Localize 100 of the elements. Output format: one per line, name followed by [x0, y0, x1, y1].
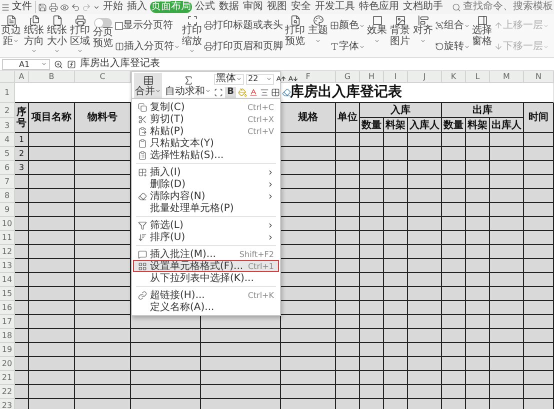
table-header: 出库人: [490, 118, 524, 133]
column-header[interactable]: A: [15, 71, 29, 83]
row-header[interactable]: 17: [0, 315, 15, 329]
ribbon-tab[interactable]: 公式: [194, 1, 216, 13]
row-header[interactable]: 21: [0, 371, 15, 385]
row-header[interactable]: 6: [0, 161, 15, 175]
row-header[interactable]: 14: [0, 273, 15, 287]
bold-button[interactable]: B: [225, 86, 236, 98]
menu-item[interactable]: 筛选(L): [133, 219, 279, 231]
column-header[interactable]: G: [336, 71, 360, 83]
row-header[interactable]: 18: [0, 329, 15, 343]
column-header[interactable]: M: [490, 71, 524, 83]
menu-item[interactable]: 超链接(H)... Ctrl+K: [133, 289, 279, 301]
row-header[interactable]: 19: [0, 343, 15, 357]
ribbon-button[interactable]: 打印预览: [284, 15, 306, 57]
ribbon-tab[interactable]: 开始: [102, 1, 124, 13]
menu-item[interactable]: 清除内容(N): [133, 190, 279, 202]
table-cell: 1: [15, 133, 29, 147]
column-header[interactable]: N: [524, 71, 554, 83]
row-header[interactable]: 13: [0, 259, 15, 273]
ribbon-button[interactable]: 效果: [366, 15, 388, 57]
ribbon-tab[interactable]: 审阅: [242, 1, 264, 13]
table-header: 物料号: [75, 103, 131, 133]
table-header: 项目名称: [29, 103, 75, 133]
ribbon-tab[interactable]: 视图: [266, 1, 288, 13]
menu-item[interactable]: 剪切(T) Ctrl+X: [133, 113, 279, 125]
row-header[interactable]: 2: [0, 103, 15, 118]
page-break-preview-toggle[interactable]: 分页预览: [92, 15, 114, 57]
ribbon-button[interactable]: 颜色: [330, 20, 365, 32]
column-header[interactable]: F: [281, 71, 336, 83]
row-header[interactable]: 4: [0, 133, 15, 147]
ribbon-tab[interactable]: 数据: [218, 1, 240, 13]
name-box[interactable]: A1: [2, 58, 50, 70]
column-header[interactable]: C: [75, 71, 131, 83]
menu-item[interactable]: 选择性粘贴(S)...: [133, 149, 279, 161]
menu-item[interactable]: 设置单元格格式(F)... Ctrl+1: [133, 260, 279, 272]
ribbon-tab[interactable]: 开发工具: [314, 1, 356, 13]
row-header[interactable]: 22: [0, 385, 15, 399]
ribbon-button[interactable]: 插入分页符: [115, 40, 180, 52]
ribbon-button[interactable]: 选择窗格: [471, 15, 493, 57]
ribbon-button[interactable]: 旋转: [435, 40, 470, 52]
ribbon-tab[interactable]: 安全: [290, 1, 312, 13]
ribbon-button[interactable]: 字体: [330, 40, 365, 52]
table-header: 规格: [281, 103, 336, 133]
table-cell: 2: [15, 147, 29, 161]
ribbon-button[interactable]: 打印页眉和页脚: [204, 40, 283, 52]
checkbox[interactable]: 显示分页符: [115, 20, 180, 32]
font-field[interactable]: 黑体: [214, 74, 244, 84]
menu-item[interactable]: 排序(U): [133, 231, 279, 243]
column-header[interactable]: B: [29, 71, 75, 83]
menu-item[interactable]: 批量处理单元格(P): [133, 202, 279, 214]
ribbon-tab[interactable]: 特色应用: [358, 1, 400, 13]
menu-item[interactable]: 插入(I): [133, 166, 279, 178]
row-header[interactable]: 10: [0, 217, 15, 231]
ribbon-button[interactable]: 打印缩放: [181, 15, 203, 57]
table-header: 料架: [466, 118, 490, 133]
table-cell: 3: [15, 161, 29, 175]
merge-button[interactable]: 合并: [134, 73, 162, 98]
ribbon-tab[interactable]: 文档助手: [402, 1, 444, 13]
ribbon-button[interactable]: 背景图片: [389, 15, 411, 57]
column-header[interactable]: H: [360, 71, 384, 83]
menu-item[interactable]: 只粘贴文本(Y): [133, 137, 279, 149]
ribbon-button[interactable]: 打印区域: [69, 15, 91, 57]
file-menu-button[interactable]: 文件: [1, 1, 36, 13]
row-header[interactable]: 20: [0, 357, 15, 371]
font-size-field[interactable]: 22: [246, 74, 274, 84]
ribbon-button[interactable]: 纸张大小: [46, 15, 68, 57]
row-header[interactable]: 1: [0, 83, 15, 103]
row-header[interactable]: 11: [0, 231, 15, 245]
row-header[interactable]: 12: [0, 245, 15, 259]
command-search[interactable]: 查找命令、搜索模板: [452, 1, 553, 13]
row-header[interactable]: 5: [0, 147, 15, 161]
row-header[interactable]: 3: [0, 118, 15, 133]
ribbon-button[interactable]: 对齐: [412, 15, 434, 57]
ribbon-button[interactable]: 组合: [435, 20, 470, 32]
table-header: 入库: [360, 103, 442, 118]
column-header[interactable]: K: [442, 71, 466, 83]
table-header: 入库人: [408, 118, 442, 133]
row-header[interactable]: 16: [0, 301, 15, 315]
ribbon-button[interactable]: 打印标题或表头: [204, 20, 283, 32]
menu-item[interactable]: 定义名称(A)...: [133, 301, 279, 313]
menu-item[interactable]: 粘贴(P) Ctrl+V: [133, 125, 279, 137]
row-header[interactable]: 15: [0, 287, 15, 301]
menu-item[interactable]: 插入批注(M)... Shift+F2: [133, 248, 279, 260]
ribbon-tab[interactable]: 插入: [126, 1, 148, 13]
column-header[interactable]: J: [408, 71, 442, 83]
menu-item[interactable]: 从下拉列表中选择(K)...: [133, 272, 279, 284]
row-header[interactable]: 8: [0, 189, 15, 203]
row-header[interactable]: 9: [0, 203, 15, 217]
ribbon-button[interactable]: 纸张方向: [23, 15, 45, 57]
row-header[interactable]: 7: [0, 175, 15, 189]
formula-field[interactable]: 库房出入库登记表: [80, 58, 160, 70]
table-header: 单位: [336, 103, 360, 133]
column-header[interactable]: L: [466, 71, 490, 83]
ribbon-button[interactable]: 主题: [307, 15, 329, 57]
ribbon-button[interactable]: 页边距: [0, 15, 22, 57]
column-header[interactable]: I: [384, 71, 408, 83]
menu-item[interactable]: 删除(D): [133, 178, 279, 190]
menu-item[interactable]: 复制(C) Ctrl+C: [133, 101, 279, 113]
row-header[interactable]: 23: [0, 399, 15, 409]
